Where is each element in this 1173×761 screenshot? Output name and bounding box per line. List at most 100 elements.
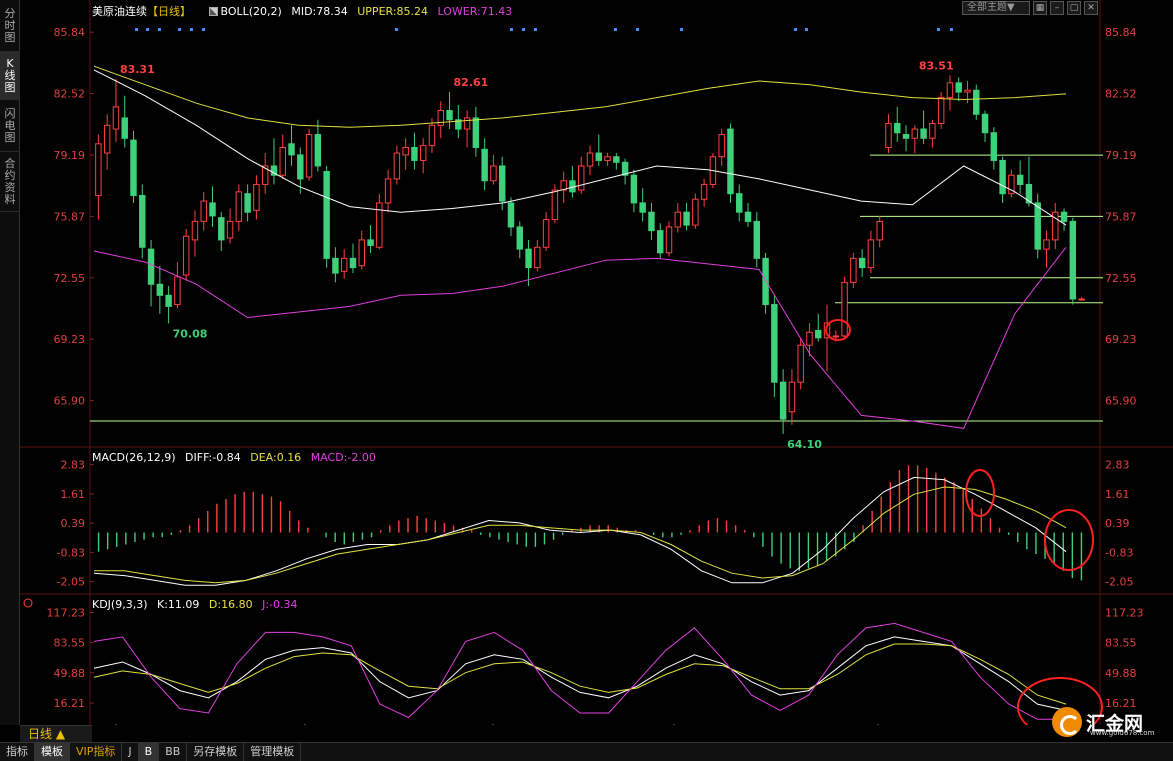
candle-body (946, 82, 954, 99)
kdj-line-d (93, 643, 1067, 705)
candle-body (200, 200, 207, 222)
macd-dea-line (94, 486, 1067, 584)
bottom-tab-2[interactable]: VIP指标 (70, 742, 123, 761)
candle-body (314, 134, 322, 167)
period-selector[interactable]: 日线 ▲ (20, 725, 92, 742)
logo-icon (1052, 707, 1082, 737)
bottom-tab-3[interactable]: J (122, 742, 139, 761)
candle-body (209, 202, 216, 217)
symbol-name: 美原油连续 (92, 5, 147, 18)
candle-body (490, 165, 497, 182)
candle-body (463, 117, 471, 130)
grid-icon[interactable]: ▦ (1033, 1, 1047, 15)
candle-body (472, 117, 480, 149)
bottom-tab-4[interactable]: B (138, 742, 160, 761)
candle-body (156, 283, 164, 296)
candle-body (885, 122, 892, 149)
candle-body (411, 147, 418, 161)
minimize-icon[interactable]: – (1050, 1, 1064, 15)
main-tick-right-4: 72.55 (1105, 272, 1137, 285)
candle-body (736, 193, 743, 213)
candle-body (367, 239, 374, 246)
candle-body (692, 198, 699, 226)
candle-body (288, 143, 295, 156)
candle-body (279, 147, 286, 176)
macd-tick-left-2: 0.39 (61, 517, 86, 530)
candle-body (516, 226, 523, 250)
side-tab-0[interactable]: 分时图 (0, 0, 20, 52)
boll-label: BOLL(20,2) (220, 5, 282, 18)
kline-chart[interactable]: 85.84 85.84 82.52 82.52 79.19 79.19 75.87 75.87… (20, 0, 1173, 740)
candle-body (419, 145, 427, 161)
macd-tick-left-1: 1.61 (61, 488, 86, 501)
candle-body (639, 202, 646, 213)
candle-body (402, 147, 409, 156)
candle-body (226, 220, 234, 239)
bottom-tab-6[interactable]: 另存模板 (187, 742, 245, 761)
price-annotation-a3: 83.51 (919, 59, 954, 72)
side-tab-2[interactable]: 闪电图 (0, 100, 20, 152)
macd-tick-right-2: 0.39 (1105, 517, 1130, 530)
macd-diff-line (93, 476, 1067, 586)
candle-body (358, 239, 365, 267)
signal-dot (510, 28, 513, 31)
macd-title: MACD(26,12,9) (92, 451, 176, 464)
crosshair-icon (23, 598, 33, 608)
side-tab-1[interactable]: K线图 (0, 52, 20, 100)
candle-body (850, 257, 857, 283)
signal-dot (395, 28, 398, 31)
candle-body (630, 174, 638, 204)
candle-body (894, 122, 901, 134)
macd-tick-right-3: -0.83 (1105, 546, 1133, 559)
macd-tick-right-1: 1.61 (1105, 488, 1130, 501)
bottom-tab-0[interactable]: 指标 (0, 742, 35, 761)
signal-dot (614, 28, 617, 31)
signal-dot (158, 28, 161, 31)
candle-body (305, 134, 313, 178)
main-tick-right-0: 85.84 (1105, 26, 1137, 39)
boll-icon[interactable] (208, 7, 218, 16)
kdj-title: KDJ(9,3,3) (92, 598, 148, 611)
candle-body (613, 156, 620, 163)
kdj-indicator-info: KDJ(9,3,3) K:11.09 D:16.80 J:-0.34 (92, 598, 304, 611)
main-tick-left-0: 85.84 (54, 26, 86, 39)
theme-select[interactable]: 全部主题▼ (962, 1, 1030, 15)
signal-dot (522, 28, 525, 31)
kdj-tick-left-0: 117.23 (47, 606, 86, 619)
close-icon[interactable]: ✕ (1084, 1, 1098, 15)
chart-area: 85.84 85.84 82.52 82.52 79.19 79.19 75.87 75.87… (20, 0, 1173, 740)
candle-body (182, 235, 190, 276)
highlight-circle-macd-2 (1044, 509, 1094, 571)
bottom-tab-7[interactable]: 管理模板 (244, 742, 302, 761)
signal-dot (794, 28, 797, 31)
macd-indicator-info: MACD(26,12,9) DIFF:-0.84 DEA:0.16 MACD:-… (92, 451, 382, 464)
bottom-tab-1[interactable]: 模板 (35, 742, 70, 761)
candle-body (1078, 298, 1085, 301)
candle-body (665, 226, 673, 254)
candle-body (393, 152, 401, 180)
side-tab-3[interactable]: 合约资料 (0, 152, 20, 212)
signal-dot (178, 28, 181, 31)
candle-body (323, 171, 330, 259)
main-tick-right-2: 79.19 (1105, 149, 1137, 162)
candle-body (191, 220, 199, 241)
candle-body (753, 220, 761, 259)
price-annotation-a2: 82.61 (454, 76, 489, 89)
period-tag: 【日线】 (147, 5, 191, 18)
candle-body (990, 132, 998, 161)
candle-body (858, 257, 866, 269)
candle-body (235, 191, 243, 222)
kdj-d: D:16.80 (208, 598, 253, 611)
candle-body (1043, 239, 1050, 250)
logo-url: www.gold678.com (1090, 729, 1155, 737)
bottom-toolbar: 指标 模板 VIP指标 J B BB 另存模板 管理模板 (0, 742, 1173, 761)
kdj-tick-left-2: 49.88 (54, 667, 86, 680)
candle-body (1034, 202, 1041, 250)
candle-body (955, 82, 962, 93)
kdj-line-k (93, 636, 1067, 711)
maximize-icon[interactable]: ▢ (1067, 1, 1081, 15)
macd-tick-left-3: -0.83 (57, 546, 85, 559)
signal-dot (190, 28, 193, 31)
price-annotation-a5: 64.10 (787, 438, 822, 451)
bottom-tab-5[interactable]: BB (159, 742, 188, 761)
